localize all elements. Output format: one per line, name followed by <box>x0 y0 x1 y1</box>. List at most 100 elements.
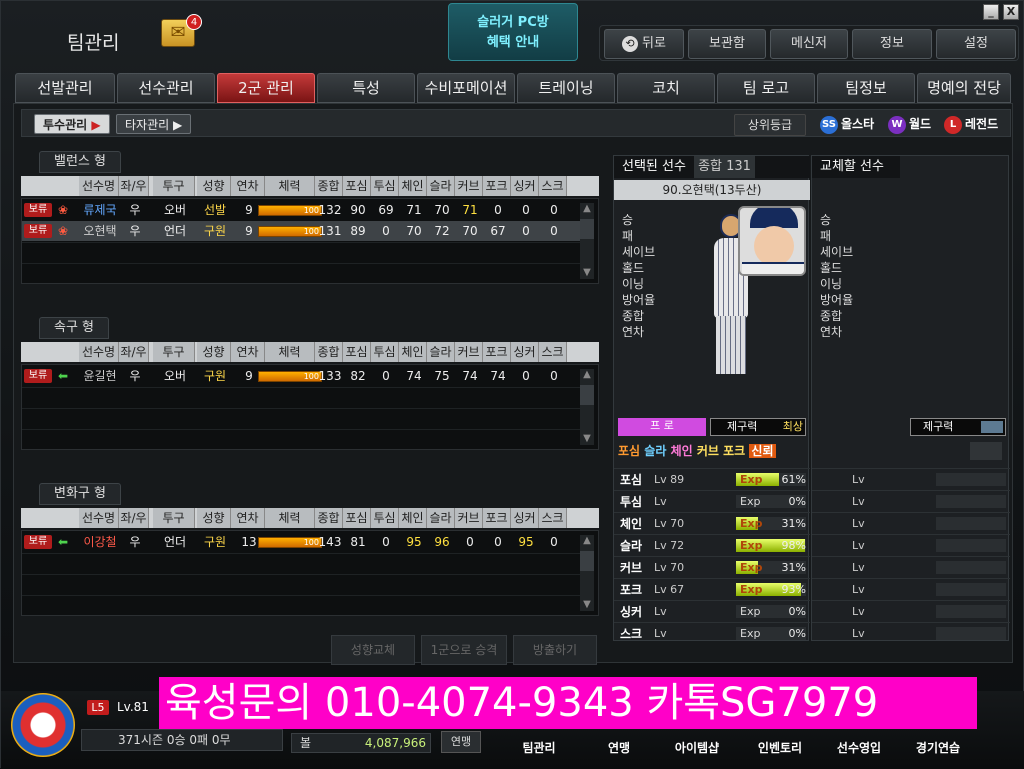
swap-exp-bar <box>936 561 1006 574</box>
scroll-down-icon[interactable]: ▼ <box>580 599 594 611</box>
back-label: 뒤로 <box>642 36 666 51</box>
tab-team-logo[interactable]: 팀 로고 <box>717 73 815 103</box>
nav-inventory[interactable]: 인벤토리 <box>749 739 811 756</box>
info-button[interactable]: 정보 <box>852 29 932 59</box>
nav-practice[interactable]: 경기연습 <box>909 739 967 756</box>
control-value: 최상 <box>782 420 803 433</box>
scrollbar[interactable]: ▲ ▼ <box>580 203 594 279</box>
tab-minor-league[interactable]: 2군 관리 <box>217 73 315 103</box>
scroll-up-icon[interactable]: ▲ <box>580 203 594 215</box>
scroll-thumb[interactable] <box>580 385 594 405</box>
allstar-label: 올스타 <box>841 117 875 131</box>
cell-pitch-rating: 95 <box>406 535 422 549</box>
promo-line2: 혜택 안내 <box>486 35 540 50</box>
subtab-pitcher[interactable]: 투수관리 ▶ <box>34 114 110 134</box>
cell-pitch-rating: 75 <box>434 369 450 383</box>
pitch-row: 체인 Lv 70 Exp 31% <box>614 512 810 534</box>
exp-label: Exp <box>740 583 763 596</box>
table-row[interactable]: 보류 ❀ 류제국 우 오버 선발 9 100 132 90 69 71 70 71 0 0 0 <box>22 200 582 220</box>
nav-team-manage[interactable]: 팀관리 <box>513 739 565 756</box>
back-button[interactable]: ⟲ 뒤로 <box>604 29 684 59</box>
tab-lineup[interactable]: 선발관리 <box>15 73 115 103</box>
cell-pitch-rating: 89 <box>350 224 366 238</box>
swap-pitch-level: Lv <box>852 517 865 530</box>
column-header: 선수명 <box>79 176 119 196</box>
stamina-bar: 100 <box>258 226 322 237</box>
swap-pitch-row: Lv <box>812 578 1010 600</box>
subtab-pitcher-label: 투수관리 <box>43 118 88 132</box>
column-header: 스크 <box>539 508 567 528</box>
release-button[interactable]: 방출하기 <box>513 635 597 665</box>
cell-pitch-rating: 74 <box>490 369 506 383</box>
pc-bang-promo-button[interactable]: 슬러거 PC방 혜택 안내 <box>448 3 578 61</box>
storage-button[interactable]: 보관함 <box>688 29 766 59</box>
world-grade-filter[interactable]: W 월드 <box>888 114 931 136</box>
pitch-summary-1: 슬라 <box>644 444 667 458</box>
pitch-summary-2: 체인 <box>670 444 693 458</box>
column-header: 연차 <box>231 342 265 362</box>
table-row[interactable]: 보류 ⬅ 이강철 우 언더 구원 13 100 143 81 0 95 96 0 0 95 0 <box>22 532 582 552</box>
table-row[interactable]: 보류 ❀ 오현택 우 언더 구원 9 100 131 89 0 70 72 70 67 0 0 <box>22 221 582 241</box>
exp-percent: 98% <box>781 539 806 552</box>
scrollbar[interactable]: ▲ ▼ <box>580 535 594 611</box>
cell-player-name: 류제국 <box>83 203 117 217</box>
column-header: 투심 <box>371 176 399 196</box>
column-header: 종합 <box>315 176 343 196</box>
cell-role: 구원 <box>203 369 227 383</box>
nav-recruit[interactable]: 선수영입 <box>831 739 887 756</box>
table-row[interactable]: 보류 ⬅ 윤길현 우 오버 구원 9 100 133 82 0 74 75 74 74 0 0 <box>22 366 582 386</box>
column-header: 포심 <box>343 342 371 362</box>
settings-button[interactable]: 설정 <box>936 29 1016 59</box>
pitch-name: 체인 <box>620 517 643 531</box>
column-header: 슬라 <box>427 508 455 528</box>
swap-control-fill <box>981 421 1003 433</box>
column-header: 슬라 <box>427 342 455 362</box>
scroll-up-icon[interactable]: ▲ <box>580 535 594 547</box>
tab-traits[interactable]: 특성 <box>317 73 415 103</box>
tab-hall-of-fame[interactable]: 명예의 전당 <box>917 73 1011 103</box>
exp-label: Exp <box>740 539 763 552</box>
team-level: Lv.81 <box>117 700 149 714</box>
mail-icon[interactable]: ✉ 4 <box>161 14 202 47</box>
tab-defense-formation[interactable]: 수비포메이션 <box>417 73 515 103</box>
cell-player-name: 이강철 <box>83 535 117 549</box>
close-button[interactable]: X <box>1003 4 1019 20</box>
messenger-button[interactable]: 메신저 <box>770 29 848 59</box>
nav-league[interactable]: 연맹 <box>597 739 641 756</box>
exp-percent: 31% <box>781 517 806 530</box>
minimize-button[interactable]: _ <box>983 4 999 20</box>
promote-button[interactable]: 1군으로 승격 <box>421 635 507 665</box>
nav-item-shop[interactable]: 아이템샵 <box>667 739 727 756</box>
swap-pitch-level: Lv <box>852 627 865 640</box>
scroll-up-icon[interactable]: ▲ <box>580 369 594 381</box>
swap-pitch-level: Lv <box>852 539 865 552</box>
tab-players[interactable]: 선수관리 <box>117 73 215 103</box>
scroll-down-icon[interactable]: ▼ <box>580 433 594 445</box>
scroll-down-icon[interactable]: ▼ <box>580 267 594 279</box>
subtab-batter[interactable]: 타자관리 ▶ <box>116 114 192 134</box>
tab-training[interactable]: 트레이닝 <box>517 73 615 103</box>
control-label: 제구력 <box>727 420 758 433</box>
league-button[interactable]: 연맹 <box>441 731 481 753</box>
pitch-row: 슬라 Lv 72 Exp 98% <box>614 534 810 556</box>
scroll-thumb[interactable] <box>580 551 594 571</box>
allstar-grade-filter[interactable]: SS 올스타 <box>820 114 874 136</box>
upper-grade-button[interactable]: 상위등급 <box>734 114 806 136</box>
swap-pitch-row: Lv <box>812 600 1010 622</box>
scrollbar[interactable]: ▲ ▼ <box>580 369 594 445</box>
tab-coach[interactable]: 코치 <box>617 73 715 103</box>
pitch-level: Lv 70 <box>654 517 685 530</box>
exp-percent: 61% <box>781 473 806 486</box>
swap-player-title: 교체할 선수 <box>812 156 900 178</box>
main-tabs: 선발관리 선수관리 2군 관리 특성 수비포메이션 트레이닝 코치 팀 로고 팀… <box>15 73 1011 103</box>
table-header: 선수명 좌/우 투구 성향 연차 체력 종합 포심 투심 체인 슬라 커브 포크 싱커 스크 <box>21 176 599 196</box>
change-tendency-button[interactable]: 성향교체 <box>331 635 415 665</box>
tab-team-info[interactable]: 팀정보 <box>817 73 915 103</box>
scroll-thumb[interactable] <box>580 219 594 239</box>
window-title: 팀관리 <box>67 32 120 54</box>
pitch-row: 싱커 Lv Exp 0% <box>614 600 810 622</box>
stat-label: 종합 <box>820 309 843 323</box>
stamina-bar: 100 <box>258 205 322 216</box>
cell-pitch-rating: 95 <box>518 535 534 549</box>
legend-grade-filter[interactable]: L 레전드 <box>944 114 998 136</box>
